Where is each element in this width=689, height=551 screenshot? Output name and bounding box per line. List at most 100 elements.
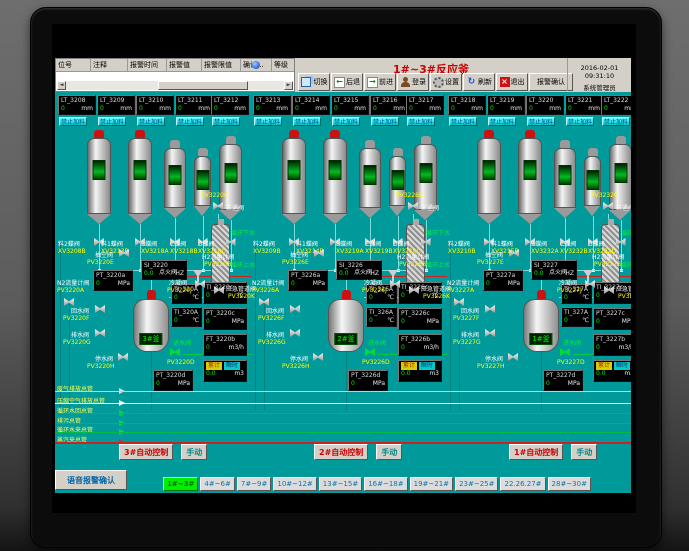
scroll-left-icon[interactable]: ◄ [57, 81, 66, 90]
alarm-column-header[interactable]: 注释 [91, 59, 128, 71]
feed-valve-tag: XV3208B [58, 248, 86, 255]
totalizer-total-button[interactable]: 累计 [596, 362, 612, 370]
reactor-page-tab[interactable]: 1#~3# [163, 477, 198, 491]
tank-shell [477, 138, 501, 214]
condense-valve-tag: PV3227J [557, 287, 582, 294]
alarm-column-header[interactable]: 报警值 [167, 59, 202, 71]
totalizer-total-button[interactable]: 累计 [206, 362, 222, 370]
auto-control-button[interactable]: 3#自动控制 [119, 444, 173, 460]
pipe-bus: 压缩空气排放总管 [55, 396, 631, 404]
auto-control-button[interactable]: 2#自动控制 [314, 444, 368, 460]
switch-button[interactable]: 切换 [298, 73, 330, 91]
feed-valve-label: 料1蝶阀 [101, 239, 123, 248]
feed-tank [128, 130, 152, 224]
three-way-valve-tag: PV3226C [396, 192, 423, 199]
login-button[interactable]: 登录 [397, 73, 429, 91]
totalizer-unit: m3 [624, 370, 631, 378]
flow-instrument: FT_3226b 0m3/h [398, 334, 442, 356]
exit-button[interactable]: ×退出 [496, 73, 528, 91]
refresh-label: 刷新 [478, 77, 492, 87]
alarm-column-header[interactable]: 报警时间 [128, 59, 167, 71]
alarm-column-header[interactable]: 等级 [272, 59, 294, 71]
forward-button[interactable]: →前进 [364, 73, 396, 91]
alarm-scrollbar[interactable]: ◄ ► [57, 81, 293, 90]
level-instrument: LT_3222 0mm [601, 95, 631, 115]
forbid-feed-button[interactable]: 禁止加料 [371, 117, 399, 126]
refresh-icon: ↻ [466, 77, 477, 88]
forbid-feed-button[interactable]: 禁止加料 [527, 117, 555, 126]
reactor-name: 2#釜 [334, 333, 357, 345]
feed-tank [194, 148, 211, 216]
h2-flow-valve-tag: PV3227B [594, 261, 621, 268]
manual-button[interactable]: 手动 [376, 444, 402, 460]
reactor-page-tab[interactable]: 19#~21# [410, 477, 453, 491]
cooling-water-in-label: 循环上水 [621, 260, 631, 269]
forbid-feed-button[interactable]: 禁止加料 [407, 117, 435, 126]
reactor-page-tab[interactable]: 10#~12# [273, 477, 316, 491]
pt-unit: MPa [622, 318, 631, 326]
tank-shell [414, 144, 437, 210]
auto-control-button[interactable]: 1#自动控制 [509, 444, 563, 460]
tank-shell [323, 138, 347, 214]
pt-unit: MPa [232, 318, 244, 326]
totalizer-instant-button[interactable]: 瞬时 [224, 362, 240, 370]
scrollbar-track[interactable] [66, 81, 284, 90]
scroll-right-icon[interactable]: ► [284, 81, 293, 90]
vessel-body: 1#釜 [523, 299, 559, 352]
level-value: 0 [139, 105, 143, 113]
pt-value: 0 [206, 318, 210, 326]
ti-tag: TI_327A_2 [564, 309, 589, 317]
forbid-feed-button[interactable]: 禁止加料 [566, 117, 594, 126]
refresh-button[interactable]: ↻刷新 [463, 73, 495, 91]
three-way-valve-tag: PV3232C [591, 192, 618, 199]
totalizer-instant-button[interactable]: 瞬时 [614, 362, 630, 370]
manual-button[interactable]: 手动 [181, 444, 207, 460]
forbid-feed-button[interactable]: 禁止加料 [59, 117, 87, 126]
reactor-page-tab[interactable]: 22.26.27# [500, 477, 545, 491]
datetime-panel: 2016-02-01 09:31:10 系统管理员 [567, 58, 631, 91]
n2-flow-valve-label: N2流量计阀 [57, 278, 89, 287]
forbid-feed-button[interactable]: 禁止加料 [254, 117, 282, 126]
reactor-page-tab[interactable]: 28#~30# [548, 477, 591, 491]
forbid-feed-button[interactable]: 禁止加料 [137, 117, 165, 126]
tank-cap [588, 148, 598, 156]
tank-cone [323, 214, 347, 224]
settings-button[interactable]: 设置 [430, 73, 462, 91]
switch-icon [301, 77, 311, 87]
scrollbar-thumb[interactable] [158, 81, 248, 90]
tank-cone [164, 208, 186, 218]
h2-flow-valve-tag: PV3226B [399, 261, 426, 268]
back-button[interactable]: ←后退 [331, 73, 363, 91]
forbid-feed-button[interactable]: 禁止加料 [98, 117, 126, 126]
stop-water-valve-tag: PV3227H [477, 363, 505, 370]
alarm-column-header[interactable]: 位号 [56, 59, 91, 71]
forbid-feed-button[interactable]: 禁止加料 [212, 117, 240, 126]
level-unit: mm [354, 105, 366, 113]
current-user: 系统管理员 [568, 82, 631, 92]
level-tag-label: LT_3215 [334, 97, 366, 105]
pt-tag: PT_3227d [546, 372, 580, 380]
alarm-column-header[interactable]: 报警限值 [202, 59, 241, 71]
level-unit: mm [510, 105, 522, 113]
tank-cap [170, 140, 180, 148]
reactor-page-tab[interactable]: 13#~15# [319, 477, 362, 491]
forbid-feed-button[interactable]: 禁止加料 [488, 117, 516, 126]
pt-tag: PT_3226a [291, 272, 325, 280]
totalizer-instant-button[interactable]: 瞬时 [419, 362, 435, 370]
voice-alarm-ack-button[interactable]: 语音报警确认 [55, 470, 127, 490]
forbid-feed-button[interactable]: 禁止加料 [293, 117, 321, 126]
forbid-feed-button[interactable]: 禁止加料 [449, 117, 477, 126]
reactor-page-tab[interactable]: 23#~25# [455, 477, 498, 491]
manual-button[interactable]: 手动 [571, 444, 597, 460]
reactor-page-tab[interactable]: 7#~9# [237, 477, 272, 491]
reactor-page-tab[interactable]: 4#~6# [200, 477, 235, 491]
totalizer-unit: m3 [429, 370, 439, 378]
totalizer-total-button[interactable]: 累计 [401, 362, 417, 370]
reactor-page-tab[interactable]: 16#~18# [364, 477, 407, 491]
forbid-feed-button[interactable]: 禁止加料 [602, 117, 630, 126]
level-instrument: LT_3221 0mm [565, 95, 603, 115]
forbid-feed-button[interactable]: 禁止加料 [332, 117, 360, 126]
forbid-feed-button[interactable]: 禁止加料 [176, 117, 204, 126]
level-unit: mm [549, 105, 561, 113]
tank-cap [226, 136, 236, 144]
